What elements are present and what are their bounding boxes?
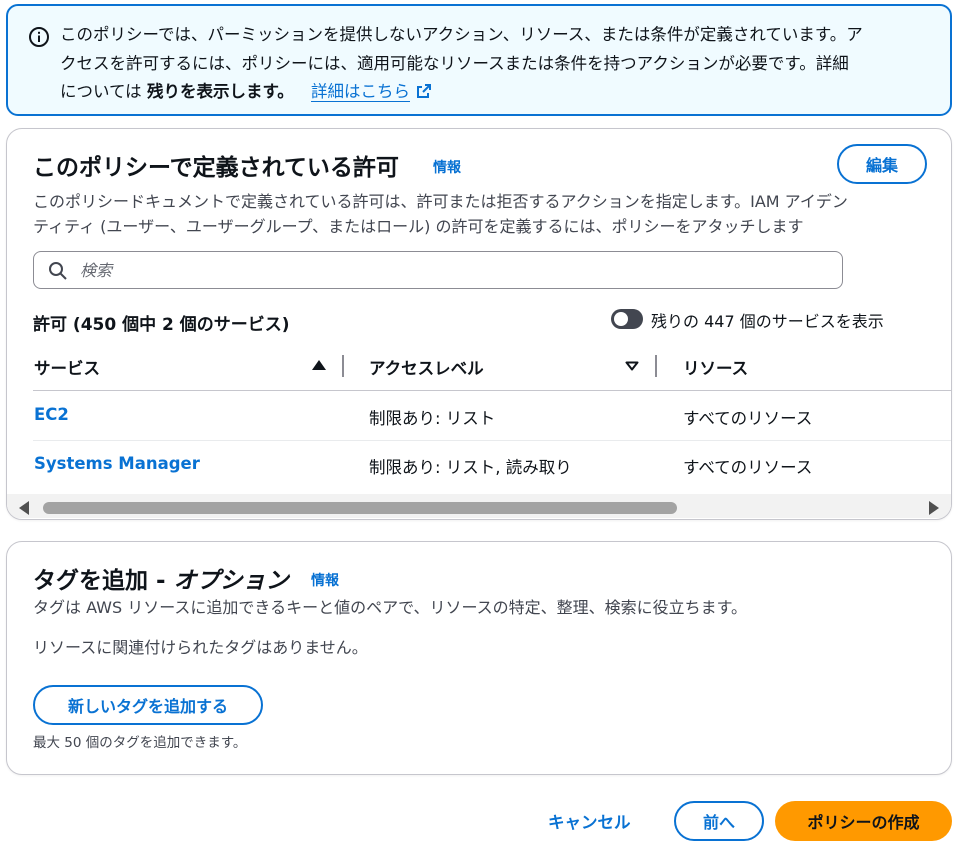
column-resizer[interactable]	[342, 355, 344, 377]
table-cell-access: 制限あり: リスト	[369, 409, 496, 428]
search-icon	[49, 262, 67, 280]
alert-line-2: クセスを許可するには、ポリシーには、適用可能なリソースまたは条件を持つアクション…	[60, 53, 849, 73]
service-link-ec2[interactable]: EC2	[34, 405, 69, 424]
permissions-description-line-1: このポリシードキュメントで定義されている許可は、許可または拒否するアクションを指…	[33, 192, 848, 211]
alert-text: このポリシーでは、パーミッションを提供しないアクション、リソース、または条件が定…	[60, 21, 932, 107]
info-icon	[29, 27, 49, 47]
tags-description: タグは AWS リソースに追加できるキーと値のペアで、リソースの特定、整理、検索…	[33, 598, 748, 617]
sort-ascending-icon[interactable]	[312, 360, 326, 370]
alert-line-3-bold: 残りを表示します。	[146, 82, 294, 101]
column-header-service[interactable]: サービス	[34, 355, 100, 379]
header-divider	[33, 390, 951, 391]
search-input[interactable]	[78, 255, 818, 285]
permissions-description: このポリシードキュメントで定義されている許可は、許可または拒否するアクションを指…	[33, 189, 933, 239]
alert-line-3: については 残りを表示します。 詳細はこちら	[60, 78, 932, 107]
previous-button[interactable]: 前へ	[674, 801, 764, 841]
table-cell-resource: すべてのリソース	[683, 458, 813, 477]
show-remaining-toggle[interactable]	[611, 309, 643, 329]
permissions-card: このポリシーで定義されている許可 情報 編集 このポリシードキュメントで定義され…	[6, 128, 952, 520]
scrollbar-thumb[interactable]	[43, 502, 677, 514]
column-resizer[interactable]	[655, 355, 657, 377]
sort-descending-icon[interactable]	[625, 361, 639, 371]
service-link-systems-manager[interactable]: Systems Manager	[34, 454, 200, 473]
column-header-resource[interactable]: リソース	[683, 355, 748, 379]
tags-limit-text: 最大 50 個のタグを追加できます。	[33, 735, 247, 751]
alert-line-3-prefix: については	[60, 82, 142, 101]
external-link-icon[interactable]	[416, 83, 432, 99]
tags-title-optional: オプション	[173, 568, 289, 594]
table-cell-access: 制限あり: リスト, 読み取り	[369, 458, 572, 477]
row-divider	[33, 440, 951, 441]
permissions-title: このポリシーで定義されている許可	[33, 155, 399, 181]
tags-card: タグを追加 - オプション 情報 タグは AWS リソースに追加できるキーと値の…	[6, 541, 952, 775]
tags-title: タグを追加 - オプション	[33, 561, 289, 595]
permissions-info-link[interactable]: 情報	[433, 157, 461, 177]
info-alert: このポリシーでは、パーミッションを提供しないアクション、リソース、または条件が定…	[6, 4, 952, 116]
cancel-button[interactable]: キャンセル	[548, 809, 631, 833]
search-field	[33, 251, 843, 289]
tags-title-text: タグを追加 -	[33, 568, 174, 594]
learn-more-link[interactable]: 詳細はこちら	[311, 82, 411, 102]
tags-empty-text: リソースに関連付けられたタグはありません。	[33, 638, 368, 657]
alert-line-1: このポリシーでは、パーミッションを提供しないアクション、リソース、または条件が定…	[60, 25, 863, 44]
create-policy-button[interactable]: ポリシーの作成	[775, 801, 952, 841]
column-header-access-level[interactable]: アクセスレベル	[369, 355, 484, 379]
edit-button[interactable]: 編集	[837, 144, 927, 184]
add-tag-button[interactable]: 新しいタグを追加する	[33, 685, 263, 725]
show-remaining-label: 残りの 447 個のサービスを表示	[651, 312, 884, 331]
tags-info-link[interactable]: 情報	[311, 570, 339, 590]
learn-more-link-label: 詳細はこちら	[311, 82, 411, 101]
toggle-knob	[614, 312, 628, 326]
scroll-right-arrow-icon[interactable]	[929, 501, 939, 515]
permissions-description-line-2: ティティ (ユーザー、ユーザーグループ、またはロール) の許可を定義するには、ポ…	[33, 217, 804, 236]
permissions-count: 許可 (450 個中 2 個のサービス)	[33, 315, 290, 335]
table-cell-resource: すべてのリソース	[683, 409, 813, 428]
scroll-left-arrow-icon[interactable]	[19, 501, 29, 515]
